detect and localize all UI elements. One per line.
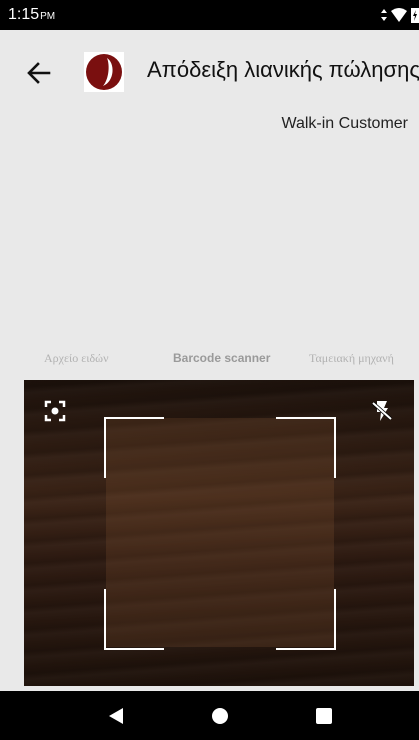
data-arrows-icon xyxy=(381,9,387,21)
tab-items-archive[interactable]: Αρχείο ειδών xyxy=(44,351,109,366)
status-icons xyxy=(381,6,419,24)
page-title: Απόδειξη λιανικής πώλησης xyxy=(147,57,419,82)
status-time: 1:15PM xyxy=(8,6,55,24)
back-triangle-icon[interactable] xyxy=(104,703,130,729)
focus-icon[interactable] xyxy=(43,399,67,423)
home-circle-icon[interactable] xyxy=(207,703,233,729)
battery-charging-icon xyxy=(411,8,419,23)
status-time-value: 1:15 xyxy=(8,6,40,23)
recents-square-icon[interactable] xyxy=(311,703,337,729)
tab-barcode-scanner[interactable]: Barcode scanner xyxy=(173,351,270,365)
scan-frame-corner xyxy=(276,589,336,650)
app-logo xyxy=(84,52,124,92)
scan-frame-corner xyxy=(104,589,164,650)
arrow-left-icon[interactable] xyxy=(24,58,54,88)
scan-frame-corner xyxy=(276,417,336,478)
navigation-bar xyxy=(0,691,419,740)
status-bar: 1:15PM xyxy=(0,0,419,30)
barcode-scanner-view[interactable] xyxy=(24,380,414,686)
tab-cash-register[interactable]: Ταμειακή μηχανή xyxy=(309,351,394,366)
scan-frame-corner xyxy=(104,417,164,478)
customer-name[interactable]: Walk-in Customer xyxy=(281,115,408,133)
flash-off-icon[interactable] xyxy=(370,399,394,423)
wifi-icon xyxy=(391,8,407,22)
app-bar xyxy=(0,30,419,165)
status-time-ampm: PM xyxy=(40,11,56,22)
tab-bar: Αρχείο ειδών Barcode scanner Ταμειακή μη… xyxy=(0,345,419,375)
